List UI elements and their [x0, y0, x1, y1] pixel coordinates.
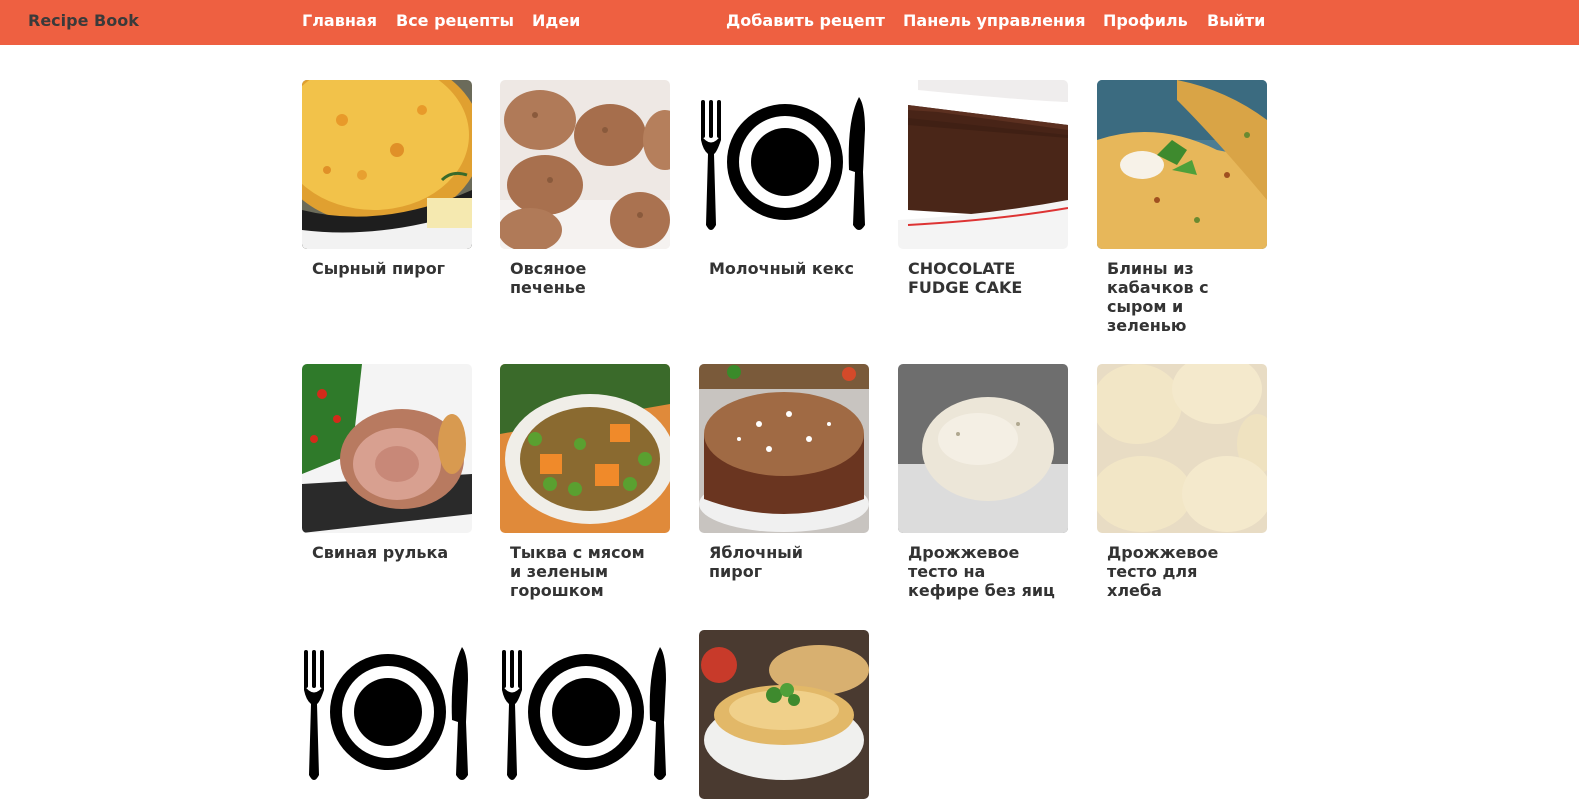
- top-navbar: Recipe Book Главная Все рецепты Идеи Доб…: [0, 0, 1579, 45]
- dough-buns-image: [1097, 364, 1267, 533]
- recipe-title[interactable]: Овсяное печенье: [500, 259, 660, 297]
- recipe-title[interactable]: CHOCOLATE FUDGE CAKE: [898, 259, 1058, 297]
- nav-all-recipes[interactable]: Все рецепты: [396, 11, 514, 30]
- nav-ideas[interactable]: Идеи: [532, 11, 580, 30]
- brand-logo[interactable]: Recipe Book: [28, 11, 139, 30]
- pumpkin-meat-peas-image: [500, 364, 670, 533]
- recipe-card[interactable]: [699, 630, 869, 809]
- nav-logout[interactable]: Выйти: [1207, 11, 1265, 30]
- zucchini-pancakes-image: [1097, 80, 1267, 249]
- recipe-title[interactable]: Блины из кабачков с сыром и зеленью: [1097, 259, 1257, 335]
- recipe-card[interactable]: Свиная рулька: [302, 364, 472, 562]
- nav-add-recipe[interactable]: Добавить рецепт: [726, 11, 885, 30]
- recipe-card[interactable]: Блины из кабачков с сыром и зеленью: [1097, 80, 1267, 335]
- dough-ball-image: [898, 364, 1068, 533]
- recipe-card[interactable]: [302, 630, 472, 809]
- apple-pie-image: [699, 364, 869, 533]
- nav-profile[interactable]: Профиль: [1103, 11, 1188, 30]
- recipe-title[interactable]: Яблочный пирог: [699, 543, 859, 581]
- plate-cutlery-icon: [500, 630, 670, 799]
- recipe-title[interactable]: Сырный пирог: [302, 259, 462, 278]
- nav-dashboard[interactable]: Панель управления: [903, 11, 1085, 30]
- recipe-card[interactable]: [500, 630, 670, 809]
- recipe-title[interactable]: Молочный кекс: [699, 259, 859, 278]
- recipe-card[interactable]: Дрожжевое тесто для хлеба: [1097, 364, 1267, 600]
- cheese-pie-image: [302, 80, 472, 249]
- chocolate-cake-image: [898, 80, 1068, 249]
- recipe-title[interactable]: Свиная рулька: [302, 543, 462, 562]
- recipe-card[interactable]: Яблочный пирог: [699, 364, 869, 581]
- recipe-card[interactable]: Тыква с мясом и зеленым горошком: [500, 364, 670, 600]
- recipe-card[interactable]: CHOCOLATE FUDGE CAKE: [898, 80, 1068, 297]
- plate-cutlery-icon: [699, 80, 869, 249]
- recipe-card[interactable]: Дрожжевое тесто на кефире без яиц: [898, 364, 1068, 600]
- recipe-card[interactable]: Молочный кекс: [699, 80, 869, 278]
- flatbread-image: [699, 630, 869, 799]
- recipe-card[interactable]: Овсяное печенье: [500, 80, 670, 297]
- recipe-title[interactable]: Тыква с мясом и зеленым горошком: [500, 543, 660, 600]
- oatmeal-cookies-image: [500, 80, 670, 249]
- recipe-card[interactable]: Сырный пирог: [302, 80, 472, 278]
- pork-knuckle-image: [302, 364, 472, 533]
- recipe-title[interactable]: Дрожжевое тесто на кефире без яиц: [898, 543, 1058, 600]
- nav-home[interactable]: Главная: [302, 11, 377, 30]
- recipe-title[interactable]: Дрожжевое тесто для хлеба: [1097, 543, 1257, 600]
- plate-cutlery-icon: [302, 630, 472, 799]
